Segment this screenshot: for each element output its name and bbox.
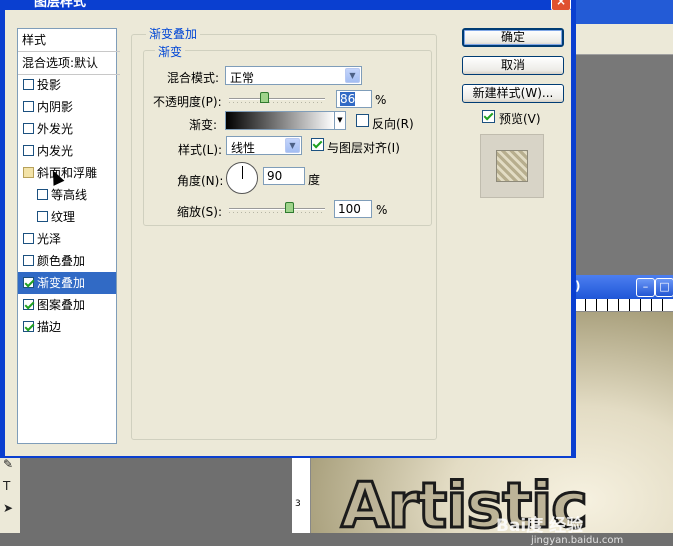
dialog-title: 图层样式: [34, 0, 87, 10]
style-item-checkbox[interactable]: [37, 211, 48, 222]
opacity-value: 86: [340, 92, 356, 106]
styles-header[interactable]: 样式: [18, 29, 120, 52]
opacity-input[interactable]: 86: [336, 90, 372, 108]
ruler-left-label: 3: [295, 499, 301, 509]
cancel-button[interactable]: 取消: [462, 56, 564, 75]
scale-slider[interactable]: [229, 208, 325, 213]
style-item-label: 颜色叠加: [37, 254, 86, 268]
opacity-slider[interactable]: [229, 98, 325, 103]
style-item-checkbox[interactable]: [23, 299, 34, 310]
style-item-checkbox[interactable]: [23, 321, 34, 332]
style-item[interactable]: 等高线: [18, 184, 116, 206]
app-workspace-gray: [576, 55, 673, 275]
scale-value: 100: [338, 202, 361, 216]
chevron-down-icon: ▼: [285, 138, 300, 153]
new-style-button[interactable]: 新建样式(W)...: [462, 84, 564, 103]
style-item-label: 外发光: [37, 122, 74, 136]
watermark-url: jingyan.baidu.com: [531, 535, 624, 546]
dialog-body: 样式 混合选项:默认 投影 内阴影 外发光 内发光 斜面和浮雕 等高线 纹理 光泽 颜色叠加 渐变…: [5, 10, 571, 456]
gradient-preview[interactable]: [225, 111, 335, 130]
minimize-button[interactable]: –: [636, 278, 655, 297]
style-list: 样式 混合选项:默认 投影内阴影外发光内发光斜面和浮雕等高线纹理光泽颜色叠加渐变…: [17, 28, 120, 444]
style-item[interactable]: 描边: [18, 316, 116, 338]
type-tool-icon[interactable]: T: [3, 479, 10, 493]
dialog-titlebar[interactable]: 图层样式 ×: [0, 0, 576, 11]
reverse-label: 反向(R): [372, 117, 414, 131]
style-item-checkbox[interactable]: [23, 145, 34, 156]
style-item-label: 内阴影: [37, 100, 74, 114]
style-item-checkbox[interactable]: [23, 79, 34, 90]
style-item-checkbox[interactable]: [23, 277, 34, 288]
style-item-label: 图案叠加: [37, 298, 86, 312]
style-item[interactable]: 外发光: [18, 118, 116, 140]
app-menubar: [576, 0, 673, 24]
pen-tool-icon[interactable]: ✎: [3, 457, 13, 471]
style-item[interactable]: 内阴影: [18, 96, 116, 118]
style-item[interactable]: 颜色叠加: [18, 250, 116, 272]
watermark: Bai度 经验: [496, 516, 584, 536]
preview-label: 预览(V): [499, 112, 541, 126]
gradient-label: 渐变:: [189, 118, 218, 132]
style-item[interactable]: 渐变叠加: [18, 272, 116, 294]
ok-button[interactable]: 确定: [462, 28, 564, 47]
blend-options-item[interactable]: 混合选项:默认: [18, 52, 120, 75]
style-item[interactable]: 纹理: [18, 206, 116, 228]
style-item-label: 光泽: [37, 232, 62, 246]
scale-slider-thumb[interactable]: [285, 202, 294, 213]
angle-label: 角度(N):: [177, 174, 224, 188]
style-item-checkbox[interactable]: [23, 167, 34, 178]
toolbox: ✎ T ➤: [0, 455, 20, 533]
style-label: 样式(L):: [178, 143, 223, 157]
opacity-label: 不透明度(P):: [153, 95, 222, 109]
style-item-label: 投影: [37, 78, 62, 92]
style-value: 线性: [231, 141, 256, 155]
style-preview-thumbnail: [480, 134, 544, 198]
gradient-dropdown-icon[interactable]: ▼: [334, 111, 346, 130]
style-item[interactable]: 光泽: [18, 228, 116, 250]
style-item-label: 渐变叠加: [37, 276, 86, 290]
blend-mode-select[interactable]: 正常 ▼: [225, 66, 362, 85]
scale-percent: %: [376, 203, 388, 217]
panel-title: 渐变叠加: [146, 25, 201, 42]
style-item[interactable]: 投影: [18, 74, 116, 96]
style-item-label: 等高线: [51, 188, 88, 202]
opacity-percent: %: [375, 93, 387, 107]
scale-input[interactable]: 100: [334, 200, 372, 218]
layer-style-dialog: 图层样式 × 样式 混合选项:默认 投影内阴影外发光内发光斜面和浮雕等高线纹理光…: [0, 0, 576, 458]
style-item[interactable]: 内发光: [18, 140, 116, 162]
app-options-bar: [576, 24, 673, 55]
style-item[interactable]: 图案叠加: [18, 294, 116, 316]
angle-unit: 度: [308, 173, 321, 187]
scale-label: 缩放(S):: [177, 205, 223, 219]
preview-checkbox[interactable]: [482, 110, 495, 123]
style-item-label: 斜面和浮雕: [37, 166, 98, 180]
style-item-label: 内发光: [37, 144, 74, 158]
style-item-checkbox[interactable]: [23, 255, 34, 266]
blend-mode-label: 混合模式:: [167, 71, 220, 85]
angle-dial[interactable]: [226, 162, 258, 194]
align-with-layer-label: 与图层对齐(I): [327, 141, 400, 155]
angle-value: 90: [267, 169, 283, 183]
path-select-icon[interactable]: ➤: [3, 501, 13, 515]
reverse-checkbox[interactable]: [356, 114, 369, 127]
style-item[interactable]: 斜面和浮雕: [18, 162, 116, 184]
style-item-checkbox[interactable]: [23, 233, 34, 244]
style-item-label: 纹理: [51, 210, 76, 224]
style-item-checkbox[interactable]: [23, 101, 34, 112]
chevron-down-icon: ▼: [345, 68, 360, 83]
style-item-checkbox[interactable]: [37, 189, 48, 200]
blend-mode-value: 正常: [230, 71, 255, 85]
style-item-checkbox[interactable]: [23, 123, 34, 134]
style-select[interactable]: 线性 ▼: [226, 136, 302, 155]
maximize-button[interactable]: □: [655, 278, 673, 297]
preview-swatch: [496, 150, 528, 182]
opacity-slider-thumb[interactable]: [260, 92, 269, 103]
align-with-layer-checkbox[interactable]: [311, 138, 324, 151]
angle-input[interactable]: 90: [263, 167, 305, 185]
style-item-label: 描边: [37, 320, 62, 334]
group-title: 渐变: [155, 43, 186, 60]
